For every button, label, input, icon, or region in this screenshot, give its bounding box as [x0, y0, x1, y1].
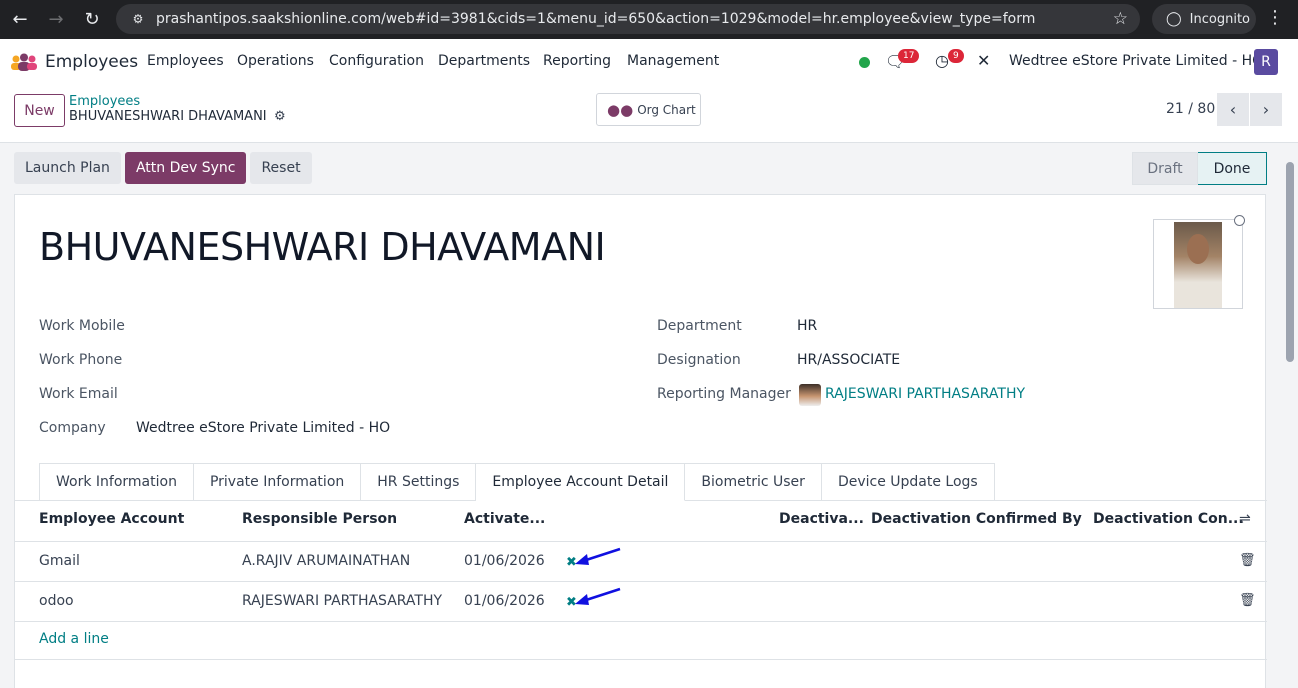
tab-work-information[interactable]: Work Information — [39, 463, 194, 501]
designation-label: Designation — [657, 352, 741, 368]
page-scrollbar[interactable] — [1286, 162, 1294, 362]
app-name[interactable]: Employees — [45, 52, 138, 72]
column-deactivation-confirmed-by[interactable]: Deactivation Confirmed By — [871, 511, 1082, 527]
add-a-line-link[interactable]: Add a line — [39, 631, 109, 647]
forward-icon[interactable]: → — [44, 7, 68, 31]
attn-dev-sync-button[interactable]: Attn Dev Sync — [124, 152, 247, 184]
department-value[interactable]: HR — [797, 318, 817, 334]
reset-button[interactable]: Reset — [250, 152, 312, 184]
status-done[interactable]: Done — [1198, 152, 1267, 185]
presence-status-icon — [859, 57, 870, 68]
address-bar[interactable]: ⚙ prashantipos.saakshionline.com/web#id=… — [116, 4, 1140, 34]
tab-private-information[interactable]: Private Information — [193, 463, 362, 501]
work-mobile-label: Work Mobile — [39, 318, 125, 334]
column-deactivation-confirmed[interactable]: Deactivation Con... — [1093, 511, 1244, 527]
menu-departments[interactable]: Departments — [438, 53, 530, 69]
tab-hr-settings[interactable]: HR Settings — [361, 463, 477, 501]
row-responsible[interactable]: RAJESWARI PARTHASARATHY — [242, 593, 442, 609]
company-value[interactable]: Wedtree eStore Private Limited - HO — [136, 420, 390, 436]
employees-app-icon[interactable] — [10, 53, 38, 71]
delete-row-icon[interactable]: 🗑 — [1239, 553, 1256, 568]
bookmark-star-icon[interactable]: ☆ — [1113, 9, 1128, 29]
column-deactivation[interactable]: Deactiva... — [779, 511, 864, 527]
work-phone-label: Work Phone — [39, 352, 123, 368]
breadcrumb-employees[interactable]: Employees — [69, 94, 140, 109]
menu-employees[interactable]: Employees — [147, 53, 224, 69]
site-info-icon[interactable]: ⚙ — [124, 8, 152, 30]
tab-device-update-logs[interactable]: Device Update Logs — [821, 463, 995, 501]
work-email-label: Work Email — [39, 386, 118, 402]
browser-toolbar: ← → ↻ ⚙ prashantipos.saakshionline.com/w… — [0, 0, 1298, 39]
employee-photo[interactable] — [1153, 219, 1243, 309]
menu-reporting[interactable]: Reporting — [543, 53, 611, 69]
messages-badge: 17 — [898, 49, 920, 63]
org-chart-button[interactable]: ●● Org Chart — [596, 93, 701, 126]
back-icon[interactable]: ← — [8, 7, 32, 31]
row-account[interactable]: Gmail — [39, 553, 80, 569]
form-sheet: BHUVANESHWARI DHAVAMANI Work Mobile Work… — [14, 194, 1267, 688]
statusbar: Draft Done — [1132, 152, 1267, 185]
pager-previous-icon[interactable]: ‹ — [1217, 93, 1249, 126]
annotation-arrow-icon — [575, 587, 621, 605]
photo-head — [1187, 234, 1209, 264]
control-panel: New Employees BHUVANESHWARI DHAVAMANI ⚙ … — [0, 85, 1298, 143]
people-icon: ●● — [607, 100, 634, 119]
new-button[interactable]: New — [14, 94, 65, 127]
activities-clock-icon[interactable]: ◷ — [935, 51, 949, 70]
table-row[interactable]: odoo RAJESWARI PARTHASARATHY 01/06/2026 … — [15, 581, 1267, 621]
reporting-manager-value[interactable]: RAJESWARI PARTHASARATHY — [825, 386, 1025, 402]
delete-row-icon[interactable]: 🗑 — [1239, 593, 1256, 608]
table-row[interactable]: Gmail A.RAJIV ARUMAINATHAN 01/06/2026 ✖ … — [15, 541, 1267, 581]
row-responsible[interactable]: A.RAJIV ARUMAINATHAN — [242, 553, 410, 569]
table-bottom-divider — [15, 659, 1267, 660]
reload-icon[interactable]: ↻ — [80, 7, 104, 31]
browser-menu-icon[interactable]: ⋮ — [1266, 7, 1284, 28]
incognito-icon: ◯ — [1166, 11, 1182, 27]
menu-configuration[interactable]: Configuration — [329, 53, 424, 69]
gear-icon[interactable]: ⚙ — [274, 109, 286, 124]
tab-biometric-user[interactable]: Biometric User — [685, 463, 822, 501]
menu-operations[interactable]: Operations — [237, 53, 314, 69]
employee-name[interactable]: BHUVANESHWARI DHAVAMANI — [39, 225, 606, 269]
annotation-arrow-icon — [575, 547, 621, 565]
row-account[interactable]: odoo — [39, 593, 74, 609]
pager-value[interactable]: 21 / 80 — [1166, 101, 1215, 117]
manager-avatar — [799, 384, 821, 406]
department-label: Department — [657, 318, 742, 334]
main-navbar: Employees Employees Operations Configura… — [0, 39, 1298, 85]
menu-management[interactable]: Management — [627, 53, 719, 69]
row-activate-date[interactable]: 01/06/2026 — [464, 593, 545, 609]
column-activate[interactable]: Activate... — [464, 511, 545, 527]
column-responsible-person[interactable]: Responsible Person — [242, 511, 397, 527]
designation-value[interactable]: HR/ASSOCIATE — [797, 352, 900, 368]
notebook-tabs: Work Information Private Information HR … — [39, 463, 995, 501]
url-text[interactable]: prashantipos.saakshionline.com/web#id=39… — [156, 11, 1035, 27]
company-switcher[interactable]: Wedtree eStore Private Limited - HO — [1009, 53, 1263, 69]
tools-icon[interactable]: ✕ — [977, 51, 990, 70]
incognito-indicator[interactable]: ◯ Incognito — [1152, 4, 1256, 34]
launch-plan-button[interactable]: Launch Plan — [14, 152, 121, 184]
column-employee-account[interactable]: Employee Account — [39, 511, 184, 527]
incognito-label: Incognito — [1189, 11, 1250, 27]
optional-columns-icon[interactable]: ⇌ — [1239, 511, 1251, 527]
row-divider — [15, 621, 1267, 622]
reporting-manager-label: Reporting Manager — [657, 386, 791, 402]
row-activate-date[interactable]: 01/06/2026 — [464, 553, 545, 569]
pager-next-icon[interactable]: › — [1250, 93, 1282, 126]
action-bar: Launch Plan Attn Dev Sync Reset — [14, 152, 312, 184]
presence-ring-icon — [1234, 215, 1245, 226]
tab-employee-account-detail[interactable]: Employee Account Detail — [476, 463, 686, 501]
breadcrumb-current: BHUVANESHWARI DHAVAMANI — [69, 109, 267, 124]
user-avatar[interactable]: R — [1254, 49, 1278, 75]
status-draft[interactable]: Draft — [1132, 152, 1198, 185]
org-chart-label: Org Chart — [637, 102, 696, 117]
company-label: Company — [39, 420, 106, 436]
activities-badge: 9 — [948, 49, 964, 63]
